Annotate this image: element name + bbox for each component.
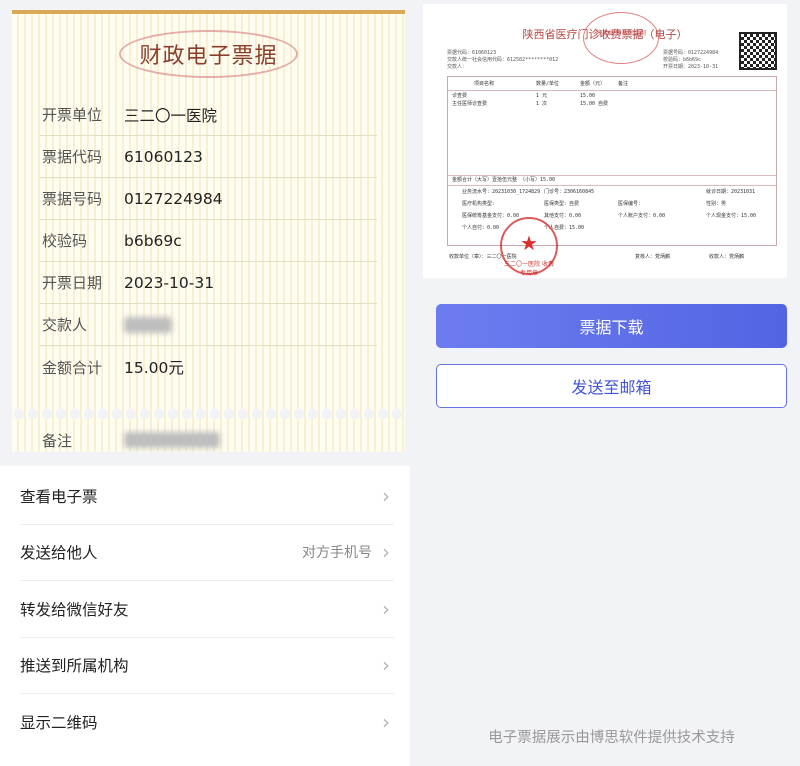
qr-code-icon	[739, 32, 777, 70]
field-value: b6b69c	[124, 231, 182, 250]
info-cell: 就诊日期：20231031	[706, 189, 756, 195]
info-cell: 医保类型：自费	[544, 201, 580, 207]
perforated-edge	[12, 406, 405, 422]
field-value: 15.00元	[124, 359, 184, 377]
hospital-seal-text: 三二〇一医院 收费专用章	[504, 261, 554, 277]
info-cell: 业务流水号：20231030_1724829	[462, 189, 541, 195]
chevron-right-icon: ›	[382, 597, 390, 621]
hospital-seal: ★ 三二〇一医院 收费专用章	[500, 217, 558, 277]
chevron-right-icon: ›	[382, 653, 390, 677]
meta-line: 交款人：	[447, 64, 468, 70]
field-label: 票据代码	[42, 148, 103, 166]
table-divider	[448, 175, 776, 176]
table-cell: 15.00 自费	[580, 101, 609, 107]
menu-item-view-invoice[interactable]: 查看电子票 ›	[20, 468, 394, 525]
field-label: 开票单位	[42, 106, 103, 124]
table-cell: 15.00	[580, 93, 596, 99]
star-icon: ★	[520, 231, 538, 255]
table-cell: 诊查费	[452, 93, 468, 99]
field-label: 开票日期	[42, 274, 103, 292]
info-cell: 个人账户支付：0.00	[618, 213, 666, 219]
menu-item-push-institution[interactable]: 推送到所属机构 ›	[20, 637, 394, 694]
menu-item-label: 推送到所属机构	[20, 657, 129, 675]
table-divider	[448, 185, 776, 186]
field-label: 金额合计	[42, 358, 103, 377]
invoice-footer-payee: 收款人：党炳麟	[709, 254, 745, 260]
info-cell: 性别：男	[706, 201, 727, 207]
invoice-title: 陕西省医疗门诊收费票据（电子）	[522, 28, 688, 41]
meta-line: 票据代码：61060123	[447, 50, 497, 56]
table-header-cell: 金额（元）	[580, 81, 606, 87]
info-cell: 其他支付：0.00	[544, 213, 582, 219]
field-note: 备注	[40, 423, 377, 452]
field-value: 61060123	[124, 147, 203, 166]
menu-item-label: 查看电子票	[20, 488, 98, 506]
chevron-right-icon: ›	[382, 484, 390, 508]
action-menu: 查看电子票 › 发送给他人 对方手机号 › 转发给微信好友 › 推送到所属机构 …	[0, 466, 410, 766]
meta-line: 校验码：b6b69c	[663, 57, 702, 63]
menu-item-hint: 对方手机号	[302, 545, 372, 561]
redacted-note	[124, 432, 220, 448]
field-label: 票据号码	[42, 190, 103, 208]
table-cell: 1 次	[536, 101, 548, 107]
redacted-payer-name	[124, 316, 172, 333]
chevron-right-icon: ›	[382, 709, 390, 734]
field-payer: 交款人	[40, 304, 377, 346]
table-divider	[448, 90, 776, 91]
invoice-preview[interactable]: 陕西省 财政部监制 陕西省医疗门诊收费票据（电子） 票据代码：61060123 …	[423, 4, 787, 278]
table-cell: 主任医师诊查费	[452, 101, 488, 107]
info-cell: 医保统筹基金支付：0.00	[462, 213, 520, 219]
field-receipt-code: 票据代码 61060123	[40, 136, 377, 178]
receipt-card: 财政电子票据 开票单位 三二〇一医院 票据代码 61060123 票据号码 01…	[12, 10, 405, 452]
info-cell: 医保编号：	[618, 201, 644, 207]
chevron-right-icon: ›	[382, 540, 390, 564]
invoice-meta-left: 票据代码：61060123 交款人统一社会信用代码：612502********…	[447, 50, 558, 71]
menu-item-show-qrcode[interactable]: 显示二维码 ›	[20, 693, 394, 750]
table-header-cell: 备注	[618, 81, 629, 87]
send-to-email-button[interactable]: 发送至邮箱	[436, 364, 787, 408]
field-label: 校验码	[42, 232, 88, 250]
info-cell: 个人现金支付：15.00	[706, 213, 757, 219]
info-cell: 医疗机构类型：	[462, 201, 498, 207]
invoice-meta-right: 票据号码：0127224984 校验码：b6b69c 开票日期：2023-10-…	[663, 50, 718, 71]
field-value: 0127224984	[124, 189, 223, 208]
menu-item-label: 发送给他人	[20, 544, 98, 562]
field-value: 2023-10-31	[124, 273, 215, 292]
field-label: 备注	[42, 431, 73, 450]
invoice-total-row: 金额合计（大写）壹拾伍元整 （小写）15.00	[452, 177, 556, 183]
menu-item-label: 显示二维码	[20, 713, 98, 732]
field-issuer: 开票单位 三二〇一医院	[40, 94, 377, 136]
field-value: 三二〇一医院	[124, 106, 218, 125]
table-header-cell: 数量/单位	[536, 81, 560, 87]
meta-line: 票据号码：0127224984	[663, 50, 719, 56]
menu-item-label: 转发给微信好友	[20, 601, 129, 619]
info-cell: 个人自付：0.00	[462, 225, 500, 231]
table-header-cell: 项目名称	[474, 81, 495, 87]
table-cell: 1 元	[536, 93, 548, 99]
field-receipt-number: 票据号码 0127224984	[40, 178, 377, 220]
download-receipt-button[interactable]: 票据下载	[436, 304, 787, 348]
meta-line: 交款人统一社会信用代码：612502********012	[447, 57, 559, 63]
receipt-title: 财政电子票据	[119, 30, 298, 78]
field-check-code: 校验码 b6b69c	[40, 220, 377, 262]
field-total-amount: 金额合计 15.00元	[40, 346, 377, 388]
field-issue-date: 开票日期 2023-10-31	[40, 262, 377, 304]
menu-item-forward-wechat[interactable]: 转发给微信好友 ›	[20, 581, 394, 638]
tech-support-note: 电子票据展示由博思软件提供技术支持	[488, 730, 735, 746]
invoice-table: 项目名称 数量/单位 金额（元） 备注 诊查费 1 元 15.00 主任医师诊查…	[447, 76, 777, 246]
field-label: 交款人	[42, 316, 88, 334]
menu-item-send-to-others[interactable]: 发送给他人 对方手机号 ›	[20, 524, 394, 581]
invoice-footer-reviewer: 复核人：党炳麟	[635, 254, 671, 260]
meta-line: 开票日期：2023-10-31	[663, 64, 719, 70]
info-cell: 门诊号：2306160845	[544, 189, 595, 195]
